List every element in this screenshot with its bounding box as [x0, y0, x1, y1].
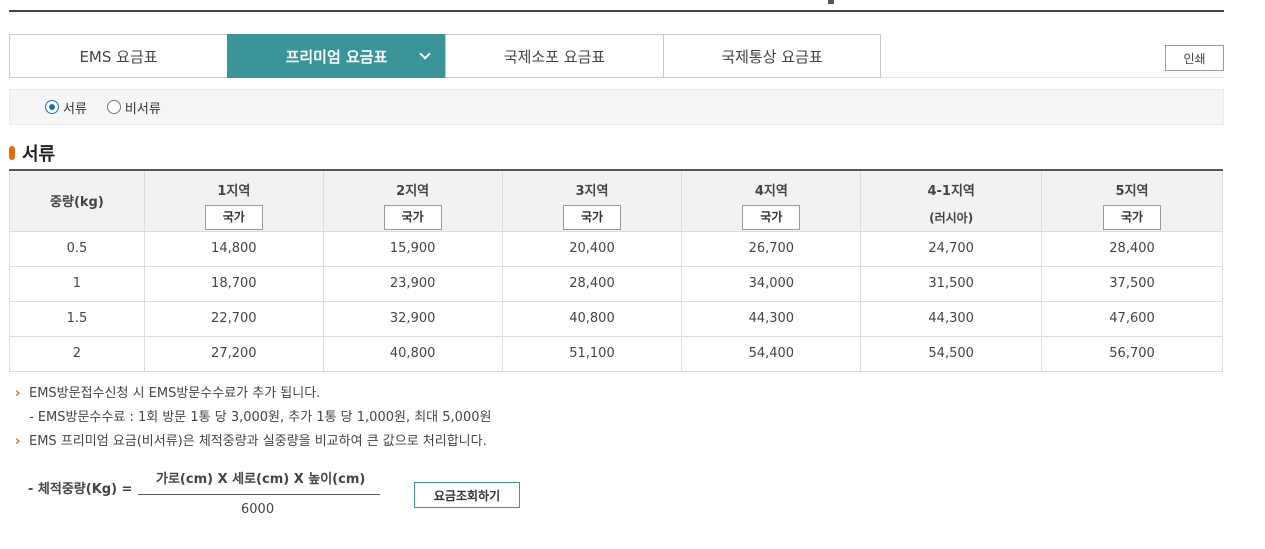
- radio-unchecked-icon[interactable]: [106, 100, 121, 114]
- note-text: EMS방문접수신청 시 EMS방문수수료가 추가 됩니다.: [29, 386, 321, 401]
- arrow-right-icon: ›: [15, 386, 21, 401]
- radio-document[interactable]: 서류: [45, 98, 87, 117]
- note-item: › EMS 프리미엄 요금(비서류)은 체적중량과 실중량을 비교하여 큰 값으로…: [15, 432, 491, 456]
- tab-intl-parcel[interactable]: 국제소포 요금표: [445, 34, 663, 78]
- price-cell: 44,300: [681, 300, 862, 337]
- tab-label: 국제소포 요금표: [503, 47, 606, 66]
- radio-non-document[interactable]: 비서류: [106, 98, 161, 117]
- price-cell: 14,800: [143, 230, 324, 267]
- table-row: 0.5 14,800 15,900 20,400 26,700 24,700 2…: [9, 230, 1223, 267]
- table-header-row: 중량(kg) 1지역국가 2지역국가 3지역국가 4지역국가 4-1지역 (러시아…: [9, 169, 1223, 232]
- table-row: 1.5 22,700 32,900 40,800 44,300 44,300 4…: [9, 300, 1223, 337]
- chevron-down-icon: [419, 48, 431, 60]
- zone-header: 1지역국가: [143, 169, 324, 232]
- price-cell: 40,800: [501, 300, 683, 337]
- price-cell: 20,400: [501, 230, 683, 267]
- radio-label: 비서류: [124, 101, 161, 117]
- top-decoration: [828, 0, 834, 4]
- radio-checked-icon[interactable]: [45, 100, 59, 114]
- price-cell: 28,400: [501, 265, 683, 302]
- tab-divider: [881, 77, 1224, 78]
- price-cell: 56,700: [1041, 335, 1223, 372]
- price-cell: 34,000: [681, 265, 862, 302]
- note-text: EMS 프리미엄 요금(비서류)은 체적중량과 실중량을 비교하여 큰 값으로 …: [29, 434, 487, 449]
- country-button[interactable]: 국가: [742, 205, 801, 230]
- tab-premium[interactable]: 프리미엄 요금표: [227, 34, 445, 78]
- tab-intl-regular[interactable]: 국제통상 요금표: [663, 34, 881, 78]
- section-title: 서류: [9, 140, 55, 166]
- zone-note: (러시아): [929, 211, 974, 225]
- price-cell: 44,300: [860, 300, 1043, 337]
- zone-name: 4-1지역: [927, 184, 975, 199]
- note-text: - EMS방문수수료 : 1회 방문 1통 당 3,000원, 추가 1통 당 …: [29, 410, 492, 425]
- note-item: › EMS방문접수신청 시 EMS방문수수료가 추가 됩니다.: [15, 384, 491, 408]
- country-button[interactable]: 국가: [1103, 205, 1162, 230]
- price-cell: 27,200: [143, 335, 324, 372]
- formula-numerator: 가로(cm) X 세로(cm) X 높이(cm): [156, 472, 366, 487]
- weight-cell: 0.5: [9, 230, 145, 267]
- price-cell: 47,600: [1041, 300, 1223, 337]
- zone-header: 5지역국가: [1041, 169, 1223, 232]
- price-cell: 18,700: [143, 265, 324, 302]
- print-button[interactable]: 인쇄: [1165, 45, 1224, 71]
- zone-name: 1지역: [217, 184, 251, 199]
- weight-header: 중량(kg): [9, 169, 145, 232]
- country-button[interactable]: 국가: [204, 205, 263, 230]
- price-cell: 51,100: [501, 335, 683, 372]
- top-divider: [9, 10, 1224, 12]
- weight-cell: 2: [9, 335, 145, 372]
- price-cell: 31,500: [860, 265, 1043, 302]
- zone-header: 3지역국가: [501, 169, 683, 232]
- bullet-icon: [9, 146, 15, 160]
- note-sub-item: - EMS방문수수료 : 1회 방문 1통 당 3,000원, 추가 1통 당 …: [15, 408, 491, 432]
- tab-label: EMS 요금표: [79, 47, 158, 66]
- price-cell: 24,700: [860, 230, 1043, 267]
- rate-lookup-button[interactable]: 요금조회하기: [414, 482, 520, 508]
- arrow-right-icon: ›: [15, 434, 21, 449]
- tab-label: 프리미엄 요금표: [285, 47, 388, 66]
- price-cell: 54,400: [681, 335, 862, 372]
- zone-header: 2지역국가: [322, 169, 503, 232]
- rate-tabs: EMS 요금표 프리미엄 요금표 국제소포 요금표 국제통상 요금표: [9, 34, 881, 78]
- price-cell: 32,900: [322, 300, 503, 337]
- country-button[interactable]: 국가: [383, 205, 442, 230]
- price-cell: 28,400: [1041, 230, 1223, 267]
- document-type-selector: 서류 비서류: [9, 89, 1224, 125]
- zone-name: 5지역: [1115, 184, 1149, 199]
- rate-table: 중량(kg) 1지역국가 2지역국가 3지역국가 4지역국가 4-1지역 (러시아…: [9, 169, 1223, 372]
- formula-denominator: 6000: [241, 502, 275, 517]
- price-cell: 22,700: [143, 300, 324, 337]
- zone-header: 4지역국가: [681, 169, 862, 232]
- zone-name: 2지역: [396, 184, 430, 199]
- zone-name: 4지역: [754, 184, 788, 199]
- notes: › EMS방문접수신청 시 EMS방문수수료가 추가 됩니다. - EMS방문수수…: [15, 384, 491, 456]
- table-row: 1 18,700 23,900 28,400 34,000 31,500 37,…: [9, 265, 1223, 302]
- formula-label: - 체적중량(Kg) =: [28, 482, 133, 497]
- table-row: 2 27,200 40,800 51,100 54,400 54,500 56,…: [9, 335, 1223, 372]
- country-button[interactable]: 국가: [562, 205, 621, 230]
- price-cell: 54,500: [860, 335, 1043, 372]
- radio-label: 서류: [63, 101, 87, 117]
- tab-label: 국제통상 요금표: [721, 47, 823, 66]
- weight-cell: 1: [9, 265, 145, 302]
- zone-name: 3지역: [575, 184, 609, 199]
- price-cell: 37,500: [1041, 265, 1223, 302]
- zone-header: 4-1지역 (러시아): [860, 169, 1043, 232]
- fraction-line: [138, 494, 380, 495]
- weight-cell: 1.5: [9, 300, 145, 337]
- tab-ems[interactable]: EMS 요금표: [9, 34, 227, 78]
- section-title-text: 서류: [22, 144, 56, 165]
- price-cell: 15,900: [322, 230, 503, 267]
- price-cell: 23,900: [322, 265, 503, 302]
- price-cell: 26,700: [681, 230, 862, 267]
- price-cell: 40,800: [322, 335, 503, 372]
